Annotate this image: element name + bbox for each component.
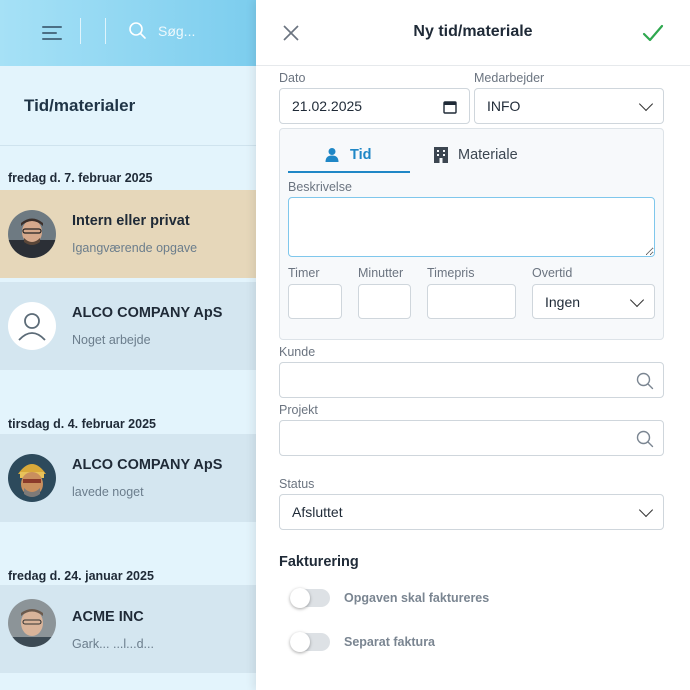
entry-title: ACME INC: [72, 609, 144, 625]
search-icon: [636, 372, 654, 390]
separate-invoice-toggle[interactable]: [290, 632, 330, 652]
divider: [105, 18, 106, 44]
entry-title: ALCO COMPANY ApS: [72, 305, 223, 321]
project-label: Projekt: [279, 403, 318, 417]
invoice-toggle-label: Opgaven skal faktureres: [344, 591, 490, 605]
separate-invoice-toggle-row: Separat faktura: [290, 632, 436, 652]
entry-subtitle: lavede noget: [72, 485, 144, 499]
status-select[interactable]: Afsluttet: [279, 494, 664, 530]
customer-label: Kunde: [279, 345, 316, 359]
date-value: 21.02.2025: [292, 98, 363, 114]
divider: [80, 18, 81, 44]
time-material-card: Tid Materiale Beskrivelse Timer Minutter…: [279, 128, 664, 340]
billing-section-title: Fakturering: [279, 554, 359, 570]
search-icon: [636, 430, 654, 448]
overtime-value: Ingen: [545, 293, 581, 310]
rate-input[interactable]: [427, 284, 516, 319]
hours-label: Timer: [288, 266, 320, 280]
checkmark-icon[interactable]: [642, 22, 664, 44]
chevron-down-icon: [629, 292, 645, 307]
search-box[interactable]: Søg...: [128, 18, 195, 44]
avatar: [8, 454, 56, 502]
entry-subtitle: Gark... ...l...d...: [72, 637, 154, 651]
page-title: Tid/materialer: [0, 66, 256, 146]
tab-time[interactable]: Tid: [324, 137, 371, 172]
search-icon: [129, 22, 146, 39]
employee-select[interactable]: INFO: [474, 88, 664, 124]
avatar: [8, 210, 56, 258]
rate-label: Timepris: [427, 266, 475, 280]
entry-subtitle: Igangværende opgave: [72, 241, 198, 255]
date-field[interactable]: 21.02.2025: [279, 88, 470, 124]
hours-input[interactable]: [288, 284, 342, 319]
calendar-icon[interactable]: [443, 100, 457, 114]
minutes-input[interactable]: [358, 284, 411, 319]
description-label: Beskrivelse: [288, 180, 352, 194]
customer-search-field[interactable]: [279, 362, 664, 398]
project-search-field[interactable]: [279, 420, 664, 456]
search-placeholder[interactable]: Søg...: [158, 23, 195, 39]
invoice-toggle-row: Opgaven skal faktureres: [290, 588, 490, 608]
entry-title: Intern eller privat: [72, 213, 190, 229]
minutes-label: Minutter: [358, 266, 404, 280]
employee-label: Medarbejder: [474, 71, 545, 85]
list-item[interactable]: Intern eller privat Igangværende opgave: [0, 190, 256, 278]
chevron-down-icon: [638, 96, 654, 112]
employee-value: INFO: [487, 98, 521, 114]
person-icon: [325, 147, 339, 162]
tab-material-label: Materiale: [458, 146, 518, 163]
entry-subtitle: Noget arbejde: [72, 333, 151, 347]
building-icon: [434, 146, 448, 163]
status-value: Afsluttet: [292, 504, 343, 520]
entries-list-pane: Søg... Tid/materialer fredag d. 7. febru…: [0, 0, 256, 690]
new-entry-panel: Ny tid/materiale Dato Medarbejder 21.02.…: [256, 0, 690, 690]
list-item[interactable]: ALCO COMPANY ApS lavede noget: [0, 434, 256, 522]
list-item[interactable]: ALCO COMPANY ApS Noget arbejde: [0, 282, 256, 370]
chevron-down-icon: [638, 502, 654, 518]
invoice-toggle[interactable]: [290, 588, 330, 608]
date-group-header: fredag d. 24. januar 2025: [8, 569, 154, 583]
hamburger-menu-icon[interactable]: [42, 25, 62, 41]
separate-invoice-toggle-label: Separat faktura: [344, 635, 436, 649]
list-topbar: Søg...: [0, 0, 256, 66]
active-tab-indicator: [288, 171, 410, 173]
date-group-header: fredag d. 7. februar 2025: [8, 171, 153, 185]
date-group-header: tirsdag d. 4. februar 2025: [8, 417, 156, 431]
list-item[interactable]: ACME INC Gark... ...l...d...: [0, 585, 256, 673]
entry-title: ALCO COMPANY ApS: [72, 457, 223, 473]
tab-material[interactable]: Materiale: [434, 137, 518, 172]
overtime-select[interactable]: Ingen: [532, 284, 655, 319]
panel-title: Ny tid/materiale: [413, 23, 533, 40]
description-textarea[interactable]: [288, 197, 655, 257]
status-label: Status: [279, 477, 315, 491]
user-placeholder-icon: [8, 302, 56, 350]
avatar: [8, 599, 56, 647]
panel-header: Ny tid/materiale: [256, 0, 690, 66]
overtime-label: Overtid: [532, 266, 573, 280]
tab-time-label: Tid: [350, 146, 372, 163]
date-label: Dato: [279, 71, 306, 85]
